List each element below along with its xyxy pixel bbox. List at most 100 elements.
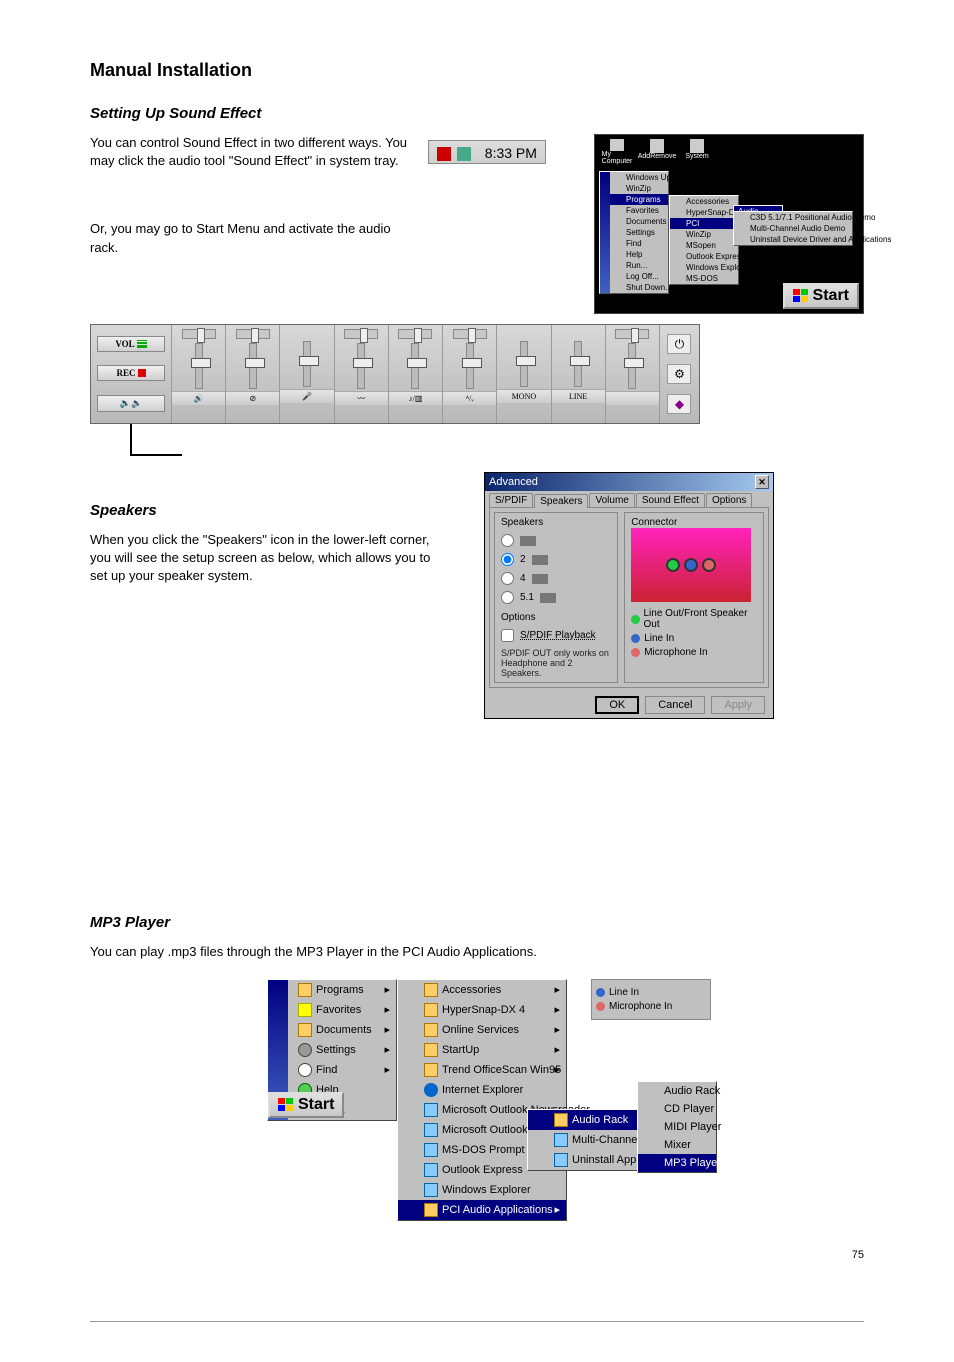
sm-help[interactable]: Help xyxy=(610,249,668,260)
s2c2-ie[interactable]: Internet Explorer xyxy=(442,1084,523,1096)
s2-col2[interactable]: Accessories HyperSnap-DX 4 Online Servic… xyxy=(397,979,567,1221)
s2-col1[interactable]: Windows98 Programs Favorites Documents S… xyxy=(267,979,397,1121)
sm-find[interactable]: Find xyxy=(610,238,668,249)
tab-speakers[interactable]: Speakers xyxy=(534,494,588,508)
balance-2[interactable] xyxy=(236,329,270,339)
desktop-icon-mycomputer[interactable]: My Computer xyxy=(602,151,633,165)
tray-icon-audio[interactable] xyxy=(437,147,451,161)
apply-button[interactable]: Apply xyxy=(711,696,765,714)
balance-5[interactable] xyxy=(398,329,432,339)
radio-spk-51[interactable] xyxy=(501,591,514,604)
sm4-uninstall[interactable]: Uninstall Device Driver and Applications xyxy=(734,234,852,245)
desktop-icon-system[interactable]: System xyxy=(685,153,708,160)
tray-icon-misc[interactable] xyxy=(457,147,471,161)
s2-col4[interactable]: Audio Rack CD Player MIDI Player Mixer M… xyxy=(637,1081,717,1173)
balance-4[interactable] xyxy=(344,329,378,339)
start-button[interactable]: Start xyxy=(783,283,859,309)
sm-run[interactable]: Run... xyxy=(610,260,668,271)
close-button[interactable]: ✕ xyxy=(755,475,769,489)
fader-6[interactable] xyxy=(466,343,474,389)
sm2-pci[interactable]: PCI xyxy=(670,218,738,229)
sm2-outlookx[interactable]: Outlook Express xyxy=(670,251,738,262)
s2c3-audiorack[interactable]: Audio Rack xyxy=(572,1114,628,1126)
s2c2-pci[interactable]: PCI Audio Applications xyxy=(442,1204,553,1216)
sm4-multichan[interactable]: Multi-Channel Audio Demo xyxy=(734,223,852,234)
sm-logoff[interactable]: Log Off... xyxy=(610,271,668,282)
sm-favorites[interactable]: Favorites xyxy=(610,205,668,216)
tab-spdif[interactable]: S/PDIF xyxy=(489,493,533,507)
system-tray[interactable]: 8:33 PM xyxy=(428,140,546,164)
folder-icon xyxy=(554,1113,568,1127)
ok-button[interactable]: OK xyxy=(595,696,639,714)
s2c2-online[interactable]: Online Services xyxy=(442,1024,519,1036)
sm2-winzip[interactable]: WinZip xyxy=(670,229,738,240)
s2c2-outlook[interactable]: Microsoft Outlook xyxy=(442,1124,528,1136)
sm-shutdown[interactable]: Shut Down... xyxy=(610,282,668,293)
settings-icon[interactable]: ⚙ xyxy=(667,364,691,384)
app-icon xyxy=(424,1123,438,1137)
s2c4-cd[interactable]: CD Player xyxy=(664,1103,714,1115)
fader-4[interactable] xyxy=(357,343,365,389)
s2c2-startup[interactable]: StartUp xyxy=(442,1044,479,1056)
s2-settings[interactable]: Settings xyxy=(316,1044,356,1056)
vol-button[interactable]: VOL xyxy=(97,336,165,352)
s2-favorites[interactable]: Favorites xyxy=(316,1004,361,1016)
fader-8[interactable] xyxy=(574,341,582,387)
s2-find[interactable]: Find xyxy=(316,1064,337,1076)
s2c2-hyp[interactable]: HyperSnap-DX 4 xyxy=(442,1004,525,1016)
sm-windows-update[interactable]: Windows Update xyxy=(610,172,668,183)
fader-1[interactable] xyxy=(195,343,203,389)
s2c2-msdos[interactable]: MS-DOS Prompt xyxy=(442,1144,525,1156)
sm-programs[interactable]: Programs xyxy=(610,194,668,205)
s2c4-mp3[interactable]: MP3 Player xyxy=(664,1157,721,1169)
cancel-button[interactable]: Cancel xyxy=(645,696,705,714)
sm2-accessories[interactable]: Accessories xyxy=(670,196,738,207)
page-separator xyxy=(90,1321,864,1322)
spdif-playback-check[interactable] xyxy=(501,629,514,642)
spdif-note: S/PDIF OUT only works on Headphone and 2… xyxy=(501,648,611,678)
sm2-hypersnap[interactable]: HyperSnap-DX xyxy=(670,207,738,218)
sm2-msdos[interactable]: MS-DOS xyxy=(670,273,738,284)
balance-1[interactable] xyxy=(182,329,216,339)
speakers-icon: 🔈🔈 xyxy=(120,398,142,409)
sm4-c3d[interactable]: C3D 5.1/7.1 Positional Audio Demo xyxy=(734,212,852,223)
s2c2-acc[interactable]: Accessories xyxy=(442,984,501,996)
s2c2-we[interactable]: Windows Explorer xyxy=(442,1184,531,1196)
rec-button[interactable]: REC xyxy=(97,365,165,381)
help-icon[interactable]: ◆ xyxy=(667,394,691,414)
s2c4-ar[interactable]: Audio Rack xyxy=(664,1085,720,1097)
start-col-1[interactable]: Windows Update WinZip Programs Favorites… xyxy=(599,171,669,294)
sm-settings[interactable]: Settings xyxy=(610,227,668,238)
sm2-winexpl[interactable]: Windows Explorer xyxy=(670,262,738,273)
radio-spk-headphone[interactable] xyxy=(501,534,514,547)
tab-volume[interactable]: Volume xyxy=(589,493,634,507)
start-col-4[interactable]: C3D 5.1/7.1 Positional Audio Demo Multi-… xyxy=(733,211,853,246)
sm2-msopen[interactable]: MSopen xyxy=(670,240,738,251)
s2c2-trend[interactable]: Trend OfficeScan Win95 xyxy=(442,1064,561,1076)
fader-3[interactable] xyxy=(303,341,311,387)
fader-9[interactable] xyxy=(628,343,636,389)
s2-programs[interactable]: Programs xyxy=(316,984,364,996)
s2c4-mixer[interactable]: Mixer xyxy=(664,1139,691,1151)
s2c4-midi[interactable]: MIDI Player xyxy=(664,1121,721,1133)
fader-2[interactable] xyxy=(249,343,257,389)
sm-documents[interactable]: Documents xyxy=(610,216,668,227)
radio-spk-2[interactable] xyxy=(501,553,514,566)
start-col-2[interactable]: Accessories HyperSnap-DX PCI WinZip MSop… xyxy=(669,195,739,285)
radio-spk-4[interactable] xyxy=(501,572,514,585)
power-icon[interactable]: ⏻ xyxy=(667,334,691,354)
speakers-button[interactable]: 🔈🔈 xyxy=(97,395,165,412)
fader-7[interactable] xyxy=(520,341,528,387)
s2-documents[interactable]: Documents xyxy=(316,1024,372,1036)
balance-6[interactable] xyxy=(453,329,487,339)
start-button-2[interactable]: Start xyxy=(268,1092,344,1118)
tab-sound-effect[interactable]: Sound Effect xyxy=(636,493,705,507)
tab-options[interactable]: Options xyxy=(706,493,752,507)
s2c2-oe[interactable]: Outlook Express xyxy=(442,1164,523,1176)
fader-5[interactable] xyxy=(411,343,419,389)
app-icon xyxy=(554,1153,568,1167)
balance-9[interactable] xyxy=(615,329,649,339)
headphone-icon xyxy=(520,536,536,546)
sm-winzip[interactable]: WinZip xyxy=(610,183,668,194)
desktop-icon-addremove[interactable]: AddRemove xyxy=(638,153,677,160)
